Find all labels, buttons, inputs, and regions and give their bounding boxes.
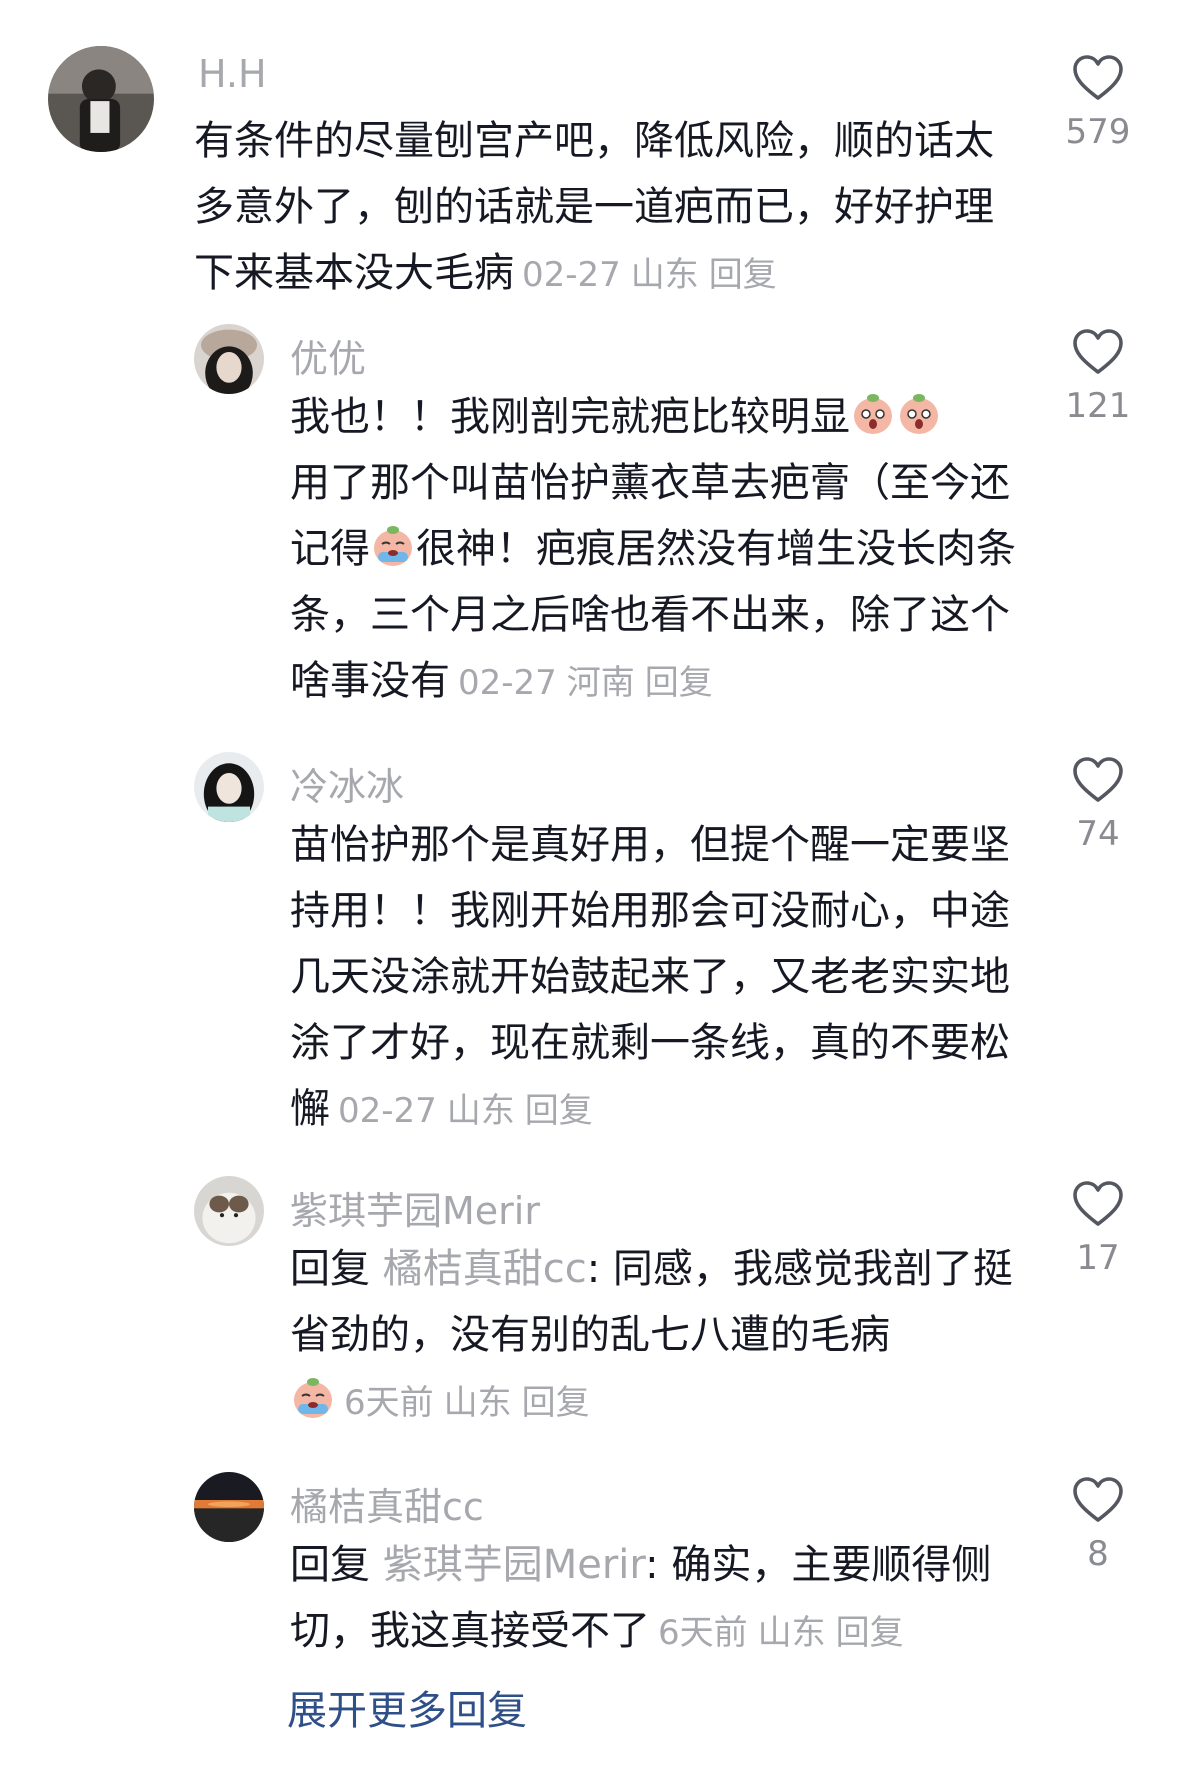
username[interactable]: H.H [198, 52, 267, 96]
like-count: 121 [1065, 386, 1131, 426]
peach-crying-emoji [370, 522, 416, 568]
username[interactable]: 冷冰冰 [290, 756, 404, 811]
username[interactable]: 优优 [290, 328, 366, 383]
heart-icon [1073, 1181, 1123, 1226]
heart-icon [1073, 55, 1123, 100]
peach-shocked-emoji [850, 390, 896, 436]
username[interactable]: 紫琪芋园Merir [290, 1180, 540, 1235]
comment-text: 回复 紫琪芋园Merir: 确实，主要顺得侧切，我这真接受不了 6天前 山东 回复 [290, 1542, 992, 1654]
avatar[interactable] [194, 752, 264, 822]
comment-location: 河南 [566, 663, 635, 703]
comment-date: 02-27 [458, 663, 557, 703]
comment-location: 山东 [443, 1383, 512, 1423]
comment-text: 回复 橘桔真甜cc: 同感，我感觉我剖了挺省劲的，没有别的乱七八遭的毛病 6天前山… [290, 1246, 1013, 1423]
reply-button[interactable]: 回复 [645, 663, 713, 703]
comment-location: 山东 [446, 1091, 515, 1131]
reply-button[interactable]: 回复 [525, 1091, 593, 1131]
comment-date: 6天前 [344, 1383, 434, 1423]
heart-icon [1073, 329, 1123, 374]
comment-text: 有条件的尽量刨宫产吧，降低风险，顺的话太多意外了，刨的话就是一道疤而已，好好护理… [194, 118, 994, 296]
reply-button[interactable]: 回复 [709, 255, 777, 295]
like-button[interactable]: 17 [1048, 1180, 1148, 1278]
comment-location: 山东 [757, 1613, 826, 1653]
like-button[interactable]: 8 [1048, 1476, 1148, 1574]
heart-icon [1073, 757, 1123, 802]
comment-location: 山东 [630, 255, 699, 295]
expand-more-replies-button[interactable]: 展开更多回复 [287, 1678, 527, 1736]
heart-icon [1073, 1477, 1123, 1522]
comment-date: 02-27 [338, 1091, 437, 1131]
peach-crying-emoji [290, 1374, 336, 1420]
comment-text: 苗怡护那个是真好用，但提个醒一定要坚持用！！我刚开始用那会可没耐心，中途几天没涂… [290, 822, 1010, 1132]
avatar[interactable] [194, 1472, 264, 1542]
comment-date: 6天前 [658, 1613, 748, 1653]
like-button[interactable]: 579 [1048, 54, 1148, 152]
comment-text: 我也！！我刚剖完就疤比较明显 用了那个叫苗怡护薰衣草去疤膏（至今还记得 很神！疤痕居… [290, 384, 1030, 716]
reply-button[interactable]: 回复 [836, 1613, 904, 1653]
mention-link[interactable]: 橘桔真甜cc [383, 1246, 587, 1292]
like-count: 579 [1065, 112, 1131, 152]
like-count: 74 [1076, 814, 1120, 854]
like-button[interactable]: 74 [1048, 756, 1148, 854]
avatar[interactable] [194, 1176, 264, 1246]
like-count: 17 [1076, 1238, 1120, 1278]
reply-button[interactable]: 回复 [522, 1383, 590, 1423]
mention-link[interactable]: 紫琪芋园Merir [383, 1542, 645, 1588]
comment-date: 02-27 [522, 255, 621, 295]
avatar[interactable] [194, 324, 264, 394]
like-button[interactable]: 121 [1048, 328, 1148, 426]
peach-shocked-emoji [896, 390, 942, 436]
username[interactable]: 橘桔真甜cc [290, 1476, 484, 1531]
like-count: 8 [1087, 1534, 1109, 1574]
avatar[interactable] [48, 46, 154, 152]
